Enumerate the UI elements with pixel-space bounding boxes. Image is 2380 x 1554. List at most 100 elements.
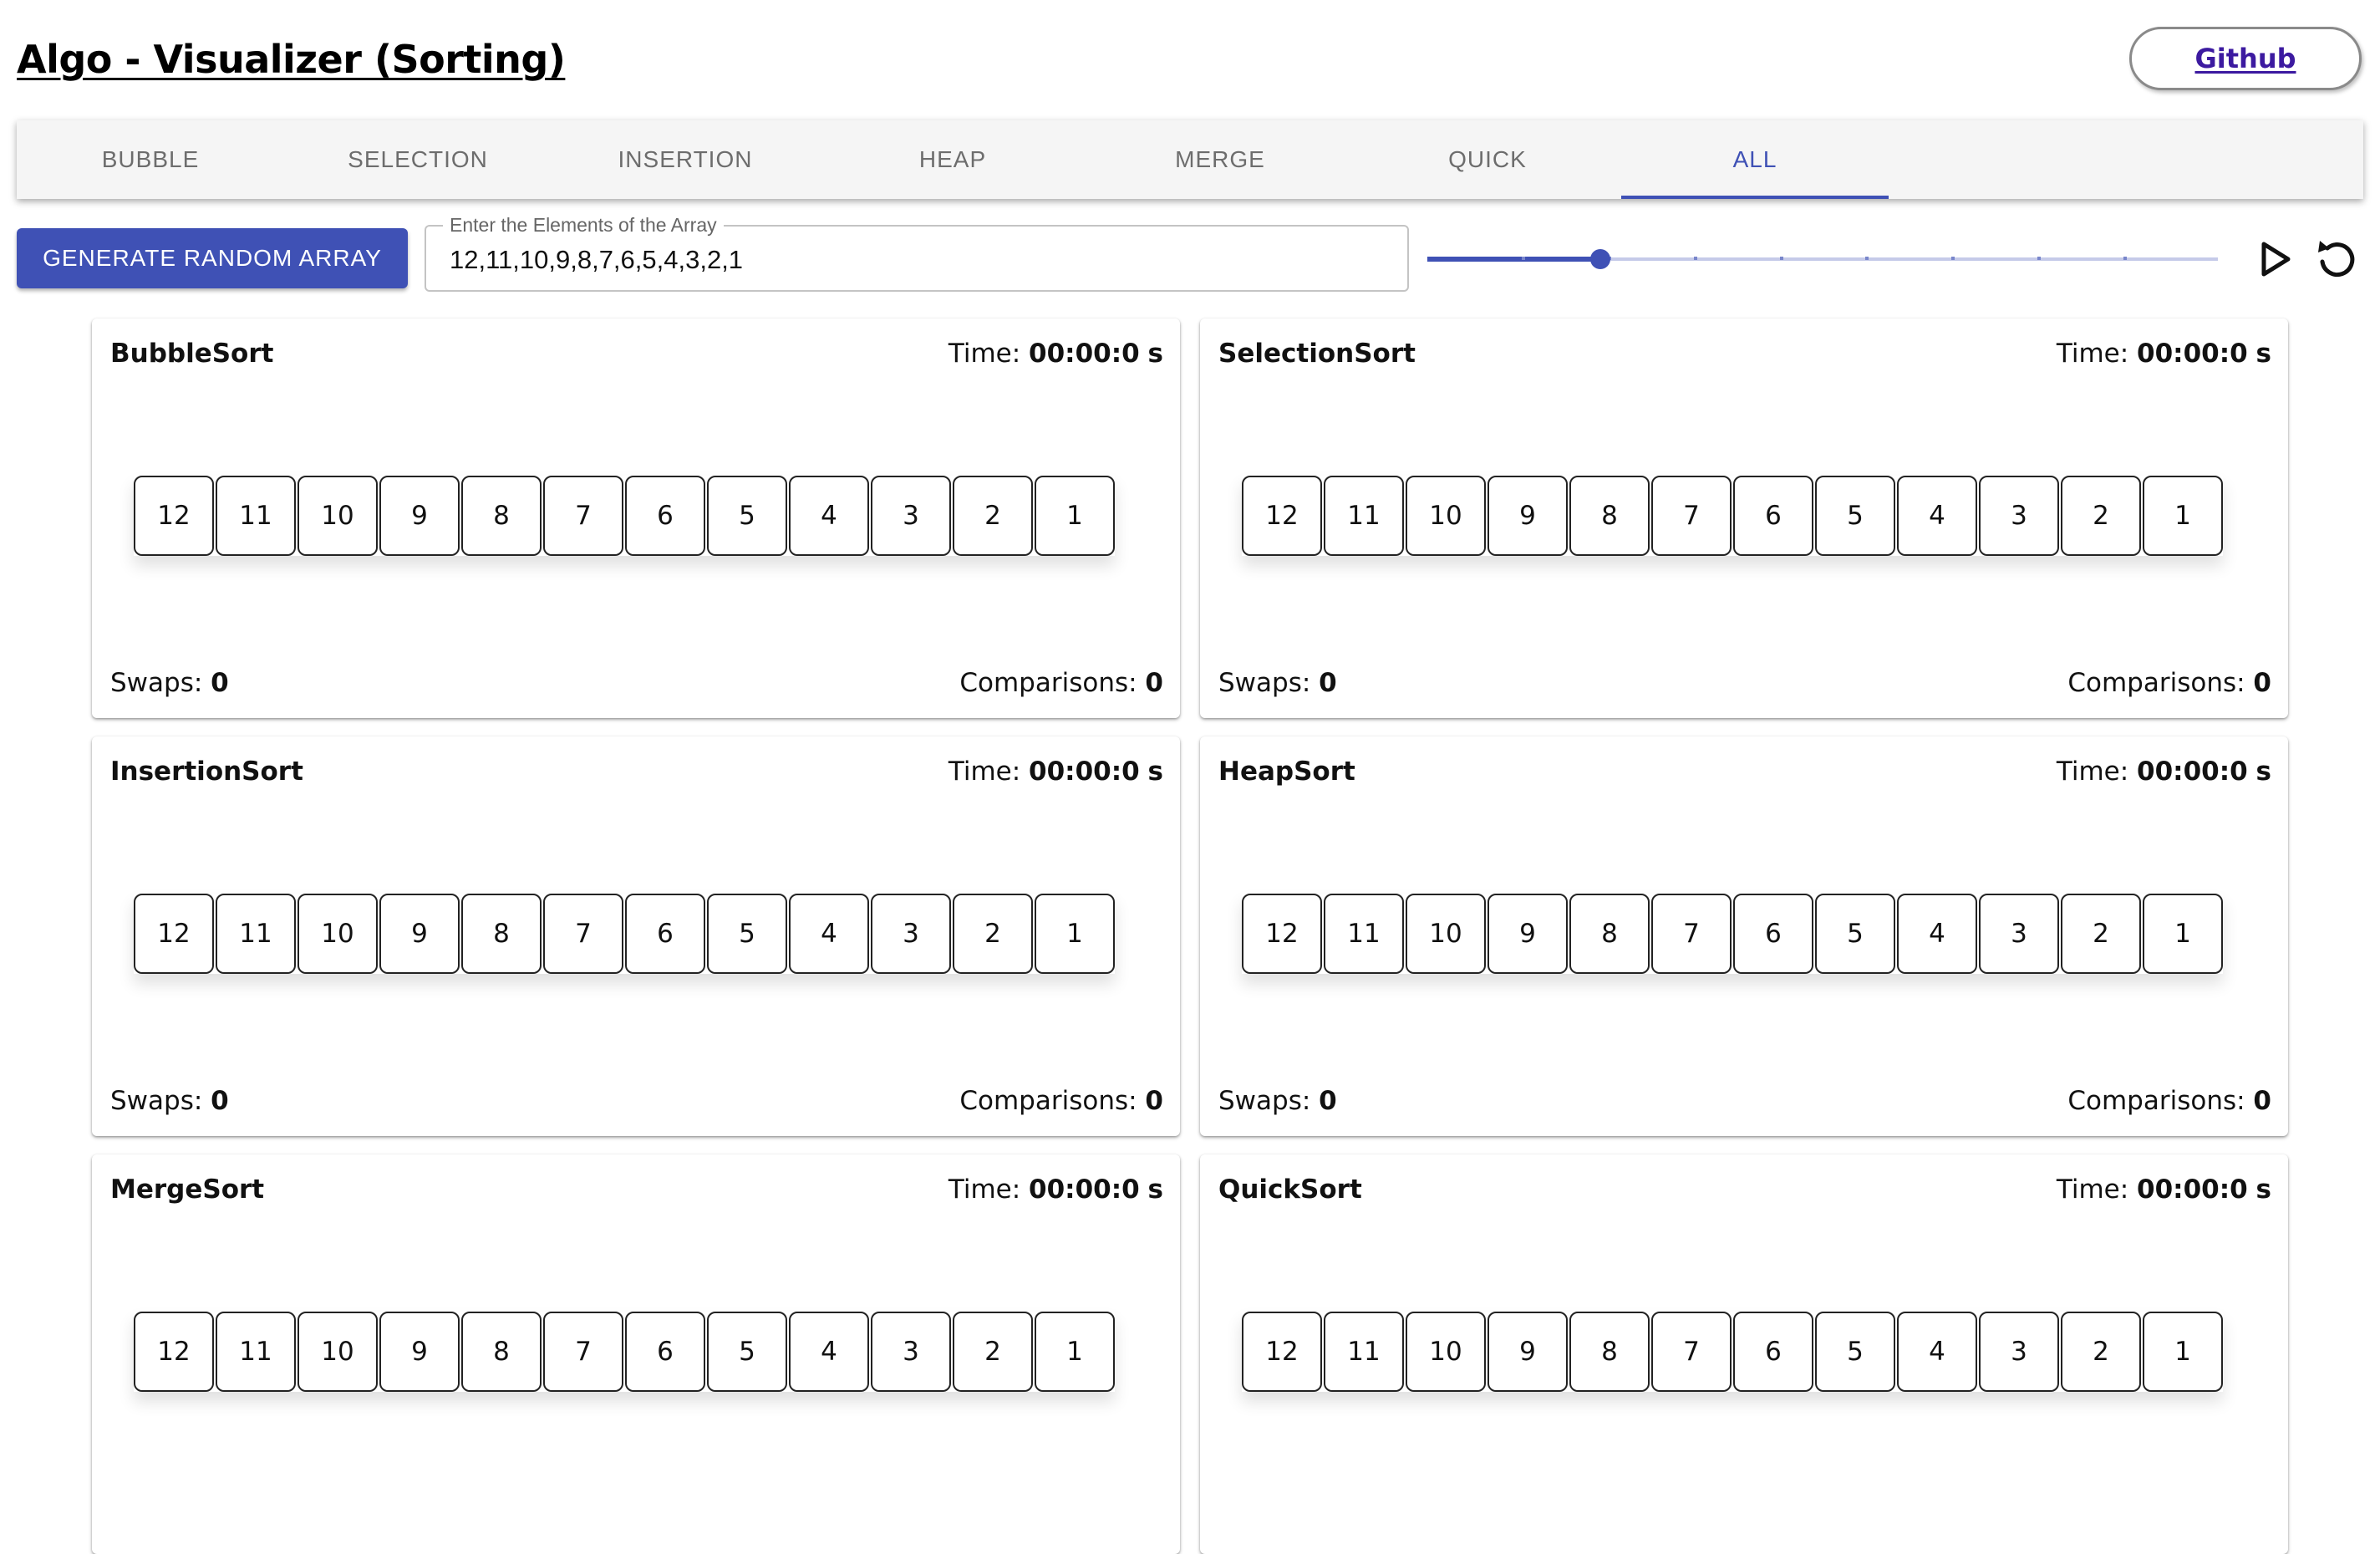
array-cell: 7: [1651, 476, 1732, 556]
speed-slider[interactable]: [1427, 239, 2218, 279]
array-cell: 12: [134, 894, 214, 974]
tab-all[interactable]: ALL: [1621, 120, 1889, 199]
card-time: Time: 00:00:0 s: [2057, 1174, 2271, 1205]
array-cell: 6: [1733, 1312, 1813, 1392]
card-comparisons: Comparisons: 0: [2067, 1086, 2271, 1116]
card-swaps: Swaps: 0: [110, 1086, 229, 1116]
array-cell: 9: [1488, 476, 1568, 556]
array-cell: 7: [543, 476, 623, 556]
array-cell: 4: [1897, 476, 1977, 556]
array-cell: 3: [871, 1312, 951, 1392]
array-cell: 11: [216, 476, 296, 556]
card-time: Time: 00:00:0 s: [948, 1174, 1163, 1205]
slider-step-mark: [1522, 257, 1525, 260]
array-cell: 6: [625, 476, 705, 556]
slider-step-mark: [1694, 257, 1697, 260]
array-cell: 2: [953, 894, 1033, 974]
array-cell: 11: [1324, 476, 1404, 556]
array-cell: 10: [1406, 476, 1486, 556]
tab-quick[interactable]: QUICK: [1354, 120, 1621, 199]
card-quicksort: QuickSort Time: 00:00:0 s 12 11 10 9 8 7 6 5 4 3 2…: [1200, 1154, 2288, 1554]
array-input[interactable]: Enter the Elements of the Array 12,11,10…: [425, 214, 1409, 292]
array-cell: 4: [1897, 894, 1977, 974]
array-cell: 1: [1035, 476, 1115, 556]
array-cell: 6: [625, 1312, 705, 1392]
array-cell: 12: [134, 1312, 214, 1392]
array-cell: 11: [1324, 894, 1404, 974]
array-cell: 2: [2061, 476, 2141, 556]
reset-icon[interactable]: [2311, 234, 2362, 284]
array-row: 12 11 10 9 8 7 6 5 4 3 2 1: [1242, 894, 2223, 974]
array-cell: 2: [2061, 1312, 2141, 1392]
generate-random-array-button[interactable]: GENERATE RANDOM ARRAY: [17, 228, 408, 288]
array-cell: 5: [707, 1312, 787, 1392]
card-title: QuickSort: [1218, 1174, 1362, 1205]
array-cell: 9: [379, 894, 460, 974]
array-cell: 10: [298, 894, 378, 974]
swaps-label: Swaps:: [110, 1086, 203, 1116]
time-value: 00:00:0: [1029, 757, 1140, 787]
card-title: MergeSort: [110, 1174, 265, 1205]
comparisons-value: 0: [2253, 1086, 2271, 1116]
array-cell: 4: [789, 476, 869, 556]
array-cell: 4: [1897, 1312, 1977, 1392]
time-unit: s: [1147, 1174, 1163, 1205]
array-cell: 9: [1488, 1312, 1568, 1392]
array-cell: 5: [1815, 894, 1895, 974]
tab-heap[interactable]: HEAP: [819, 120, 1086, 199]
array-cell: 1: [1035, 894, 1115, 974]
array-cell: 9: [379, 1312, 460, 1392]
array-row: 12 11 10 9 8 7 6 5 4 3 2 1: [134, 894, 1115, 974]
array-cell: 1: [1035, 1312, 1115, 1392]
array-cell: 11: [216, 1312, 296, 1392]
array-cell: 10: [298, 476, 378, 556]
tab-insertion[interactable]: INSERTION: [552, 120, 819, 199]
time-value: 00:00:0: [2137, 339, 2248, 369]
swaps-value: 0: [1319, 668, 1337, 698]
swaps-value: 0: [211, 1086, 229, 1116]
swaps-value: 0: [211, 668, 229, 698]
array-cell: 5: [1815, 1312, 1895, 1392]
card-time: Time: 00:00:0 s: [2057, 339, 2271, 369]
github-link-button[interactable]: Github: [2129, 27, 2362, 90]
slider-thumb[interactable]: [1590, 249, 1610, 269]
slider-step-mark: [1865, 257, 1869, 260]
array-cell: 10: [1406, 894, 1486, 974]
swaps-label: Swaps:: [1218, 668, 1311, 698]
array-cell: 7: [1651, 1312, 1732, 1392]
array-cell: 11: [216, 894, 296, 974]
swaps-value: 0: [1319, 1086, 1337, 1116]
card-comparisons: Comparisons: 0: [959, 1086, 1163, 1116]
slider-step-mark: [1951, 257, 1955, 260]
comparisons-label: Comparisons:: [2067, 668, 2245, 698]
array-cell: 1: [2143, 476, 2223, 556]
array-input-value[interactable]: 12,11,10,9,8,7,6,5,4,3,2,1: [450, 245, 743, 275]
array-cell: 6: [625, 894, 705, 974]
array-cell: 10: [298, 1312, 378, 1392]
time-value: 00:00:0: [1029, 339, 1140, 369]
array-cell: 5: [707, 894, 787, 974]
array-cell: 5: [1815, 476, 1895, 556]
array-cell: 6: [1733, 476, 1813, 556]
time-unit: s: [1147, 757, 1163, 787]
tab-merge[interactable]: MERGE: [1086, 120, 1354, 199]
tab-bubble[interactable]: BUBBLE: [17, 120, 284, 199]
card-comparisons: Comparisons: 0: [959, 668, 1163, 698]
time-label: Time:: [948, 1174, 1021, 1205]
array-cell: 5: [707, 476, 787, 556]
card-title: SelectionSort: [1218, 339, 1416, 369]
array-cell: 3: [1979, 476, 2059, 556]
array-cell: 9: [1488, 894, 1568, 974]
array-cell: 6: [1733, 894, 1813, 974]
time-label: Time:: [948, 757, 1021, 787]
array-cell: 12: [1242, 476, 1322, 556]
card-title: BubbleSort: [110, 339, 274, 369]
comparisons-value: 0: [1145, 668, 1163, 698]
card-heapsort: HeapSort Time: 00:00:0 s 12 11 10 9 8 7 6 5 4 3 2 1…: [1200, 736, 2288, 1136]
comparisons-label: Comparisons:: [959, 1086, 1137, 1116]
play-icon[interactable]: [2250, 234, 2300, 284]
time-label: Time:: [948, 339, 1021, 369]
card-swaps: Swaps: 0: [1218, 668, 1337, 698]
tab-selection[interactable]: SELECTION: [284, 120, 552, 199]
card-selectionsort: SelectionSort Time: 00:00:0 s 12 11 10 9 8 7 6…: [1200, 318, 2288, 718]
